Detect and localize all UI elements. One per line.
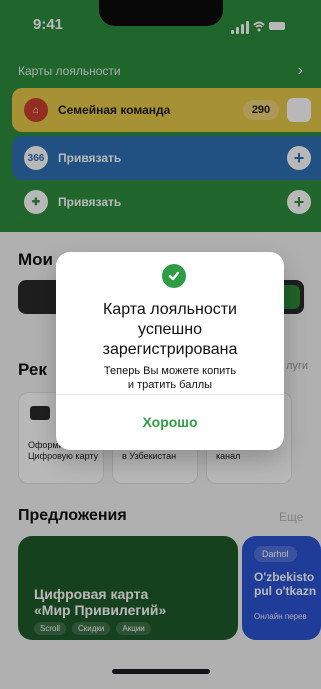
success-dialog: Карта лояльности успешно зарегистрирован… xyxy=(56,252,284,450)
dialog-divider xyxy=(56,394,284,395)
ok-button[interactable]: Хорошо xyxy=(56,398,284,446)
dialog-message: Теперь Вы можете копить и тратить баллы xyxy=(103,365,237,391)
dialog-title: Карта лояльности успешно зарегистрирован… xyxy=(102,301,238,358)
check-icon xyxy=(162,264,186,288)
phone-screen: 9:41 Карты лояльности › ⌂ Семейная коман… xyxy=(0,0,321,689)
